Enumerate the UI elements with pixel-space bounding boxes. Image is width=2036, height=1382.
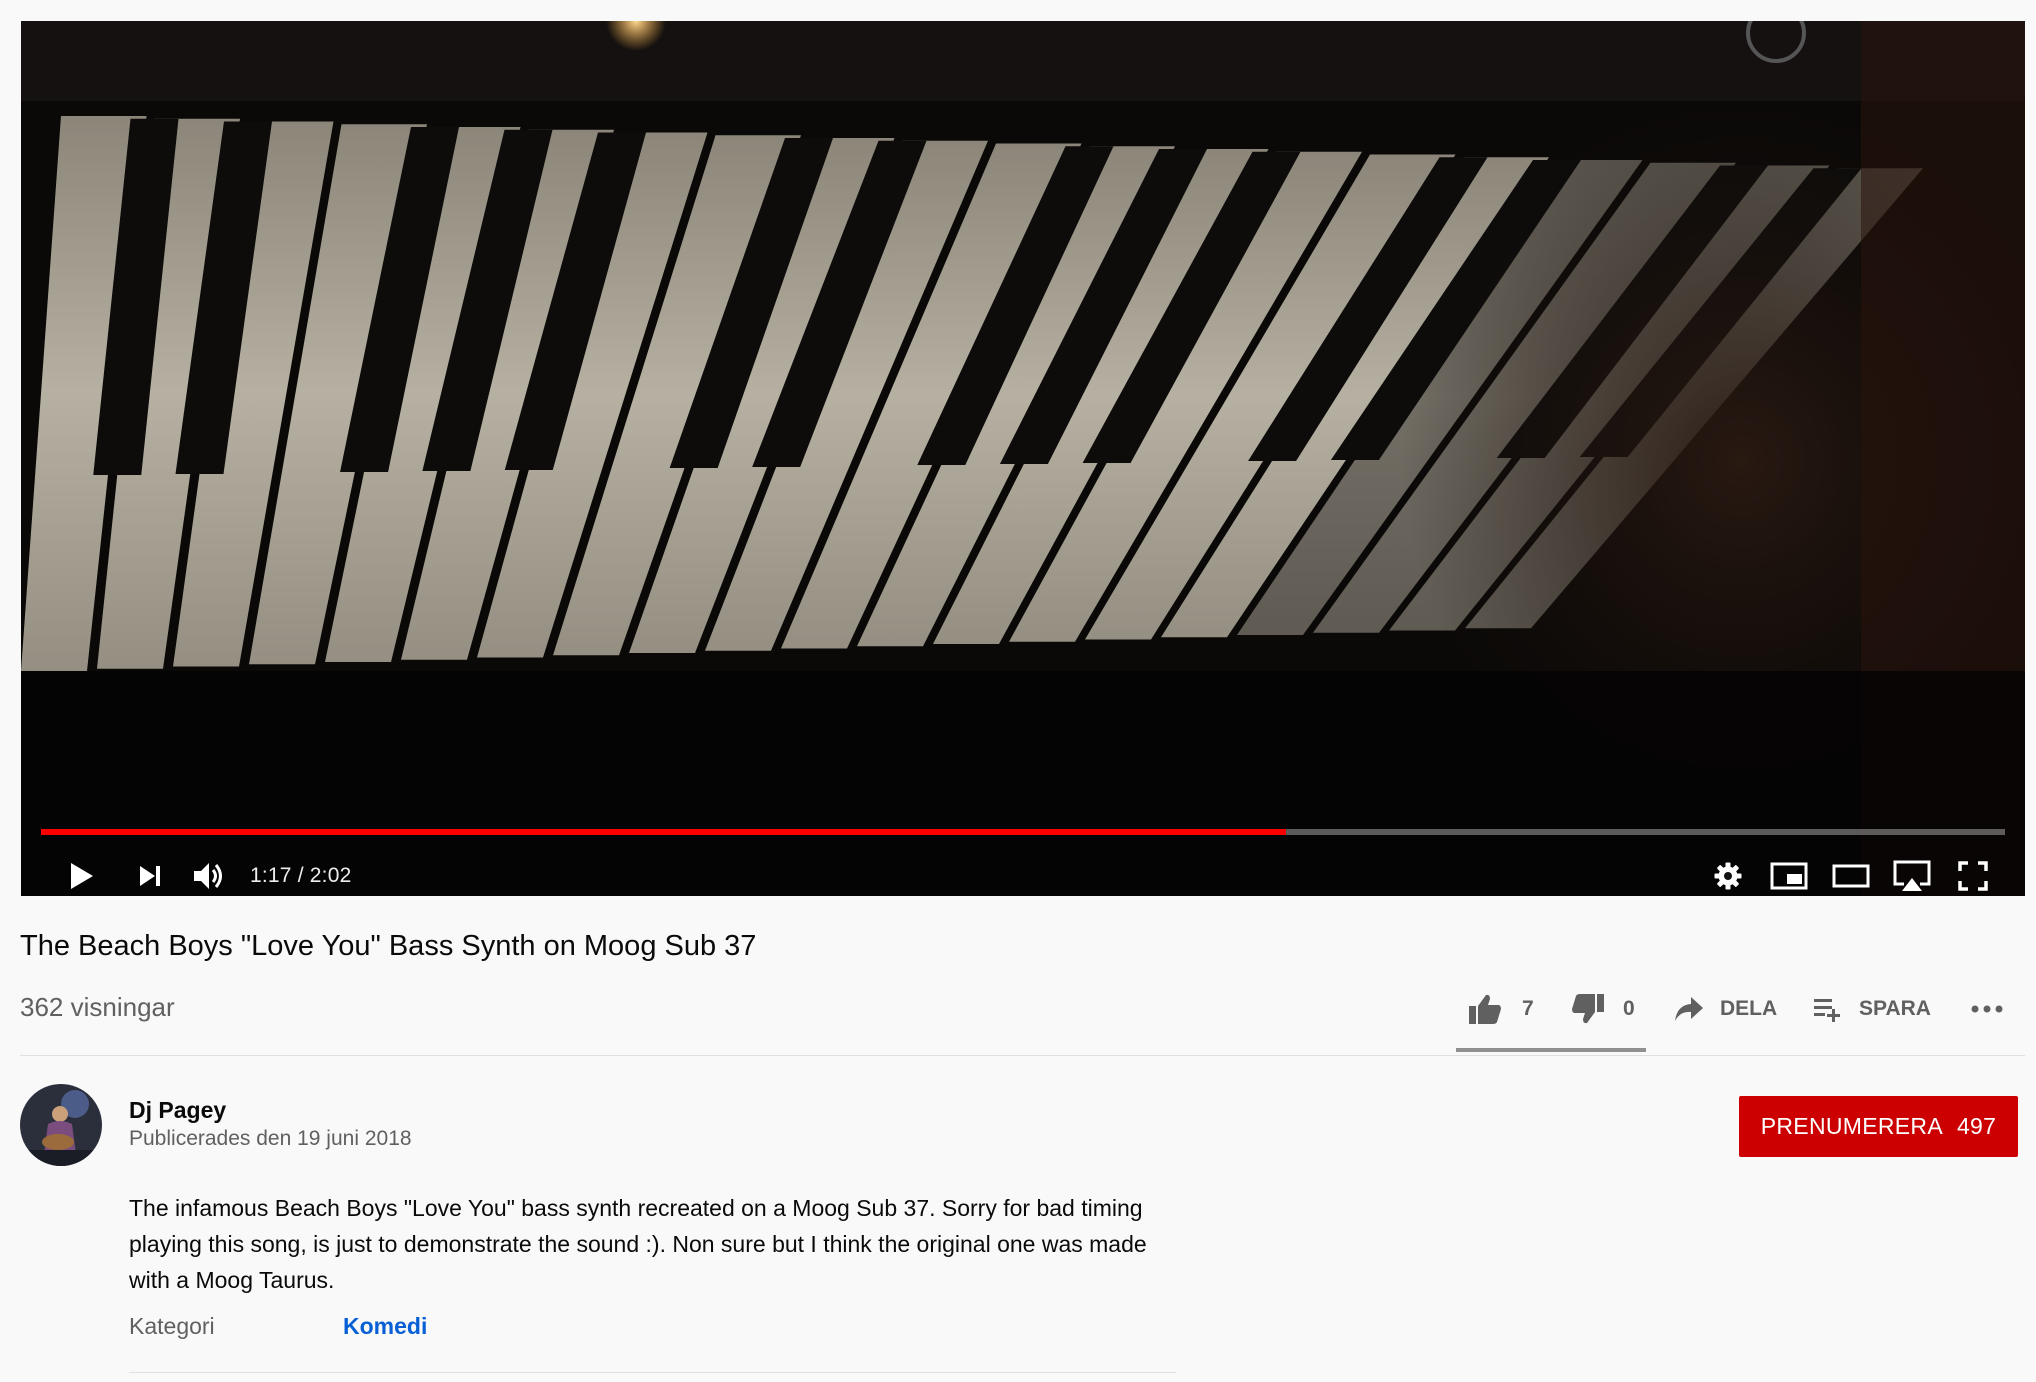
settings-button[interactable] bbox=[1706, 853, 1750, 896]
theater-icon bbox=[1832, 864, 1870, 888]
share-icon bbox=[1675, 997, 1703, 1021]
share-label: DELA bbox=[1720, 997, 1778, 1020]
progress-bar[interactable] bbox=[41, 829, 2005, 835]
progress-played bbox=[41, 829, 1287, 835]
dislike-button[interactable]: 0 bbox=[1571, 988, 1635, 1030]
category-link[interactable]: Komedi bbox=[343, 1313, 427, 1340]
play-icon bbox=[71, 863, 93, 889]
miniplayer-icon bbox=[1770, 862, 1808, 890]
share-button[interactable]: DELA bbox=[1674, 988, 1777, 1030]
video-player[interactable]: 1:17 / 2:02 bbox=[21, 21, 2025, 896]
airplay-button[interactable] bbox=[1889, 853, 1935, 896]
category-label: Kategori bbox=[129, 1313, 215, 1339]
volume-icon bbox=[194, 863, 222, 889]
subscribe-label: PRENUMERERA bbox=[1760, 1113, 1943, 1139]
player-controls: 1:17 / 2:02 bbox=[21, 853, 2025, 896]
video-description: The infamous Beach Boys "Love You" bass … bbox=[129, 1195, 1147, 1293]
more-icon bbox=[1971, 1005, 2003, 1013]
channel-avatar[interactable] bbox=[20, 1084, 102, 1166]
video-title: The Beach Boys "Love You" Bass Synth on … bbox=[20, 930, 757, 962]
dislike-count: 0 bbox=[1623, 997, 1635, 1020]
save-button[interactable]: SPARA bbox=[1813, 988, 1931, 1030]
view-count: 362 visningar bbox=[20, 992, 175, 1022]
save-playlist-icon bbox=[1814, 999, 1840, 1022]
fullscreen-icon bbox=[1958, 861, 1988, 891]
divider-bottom bbox=[129, 1372, 1176, 1373]
airplay-icon bbox=[1893, 860, 1931, 891]
more-actions-button[interactable] bbox=[1970, 988, 2004, 1030]
fullscreen-button[interactable] bbox=[1951, 853, 1995, 896]
video-frame[interactable] bbox=[21, 21, 2025, 896]
top-bar bbox=[0, 0, 2036, 21]
next-button[interactable] bbox=[129, 853, 171, 896]
like-button[interactable]: 7 bbox=[1468, 988, 1534, 1030]
time-display: 1:17 / 2:02 bbox=[250, 864, 352, 887]
like-ratio-bar bbox=[1456, 1048, 1646, 1052]
like-icon bbox=[1469, 994, 1501, 1024]
channel-name[interactable]: Dj Pagey bbox=[129, 1097, 226, 1124]
divider-top bbox=[20, 1055, 2025, 1056]
dislike-icon bbox=[1572, 994, 1604, 1024]
subscriber-count: 497 bbox=[1956, 1113, 1997, 1139]
subscribe-button[interactable]: PRENUMERERA 497 bbox=[1739, 1096, 2018, 1157]
video-image-keyboard bbox=[21, 21, 2025, 896]
miniplayer-button[interactable] bbox=[1767, 853, 1811, 896]
avatar-image bbox=[20, 1084, 102, 1166]
theater-mode-button[interactable] bbox=[1828, 853, 1874, 896]
next-icon bbox=[140, 866, 160, 886]
play-button[interactable] bbox=[59, 853, 105, 896]
publish-date: Publicerades den 19 juni 2018 bbox=[129, 1127, 412, 1150]
like-count: 7 bbox=[1522, 997, 1534, 1020]
volume-button[interactable] bbox=[187, 853, 233, 896]
save-label: SPARA bbox=[1859, 997, 1931, 1020]
settings-icon bbox=[1714, 862, 1742, 890]
